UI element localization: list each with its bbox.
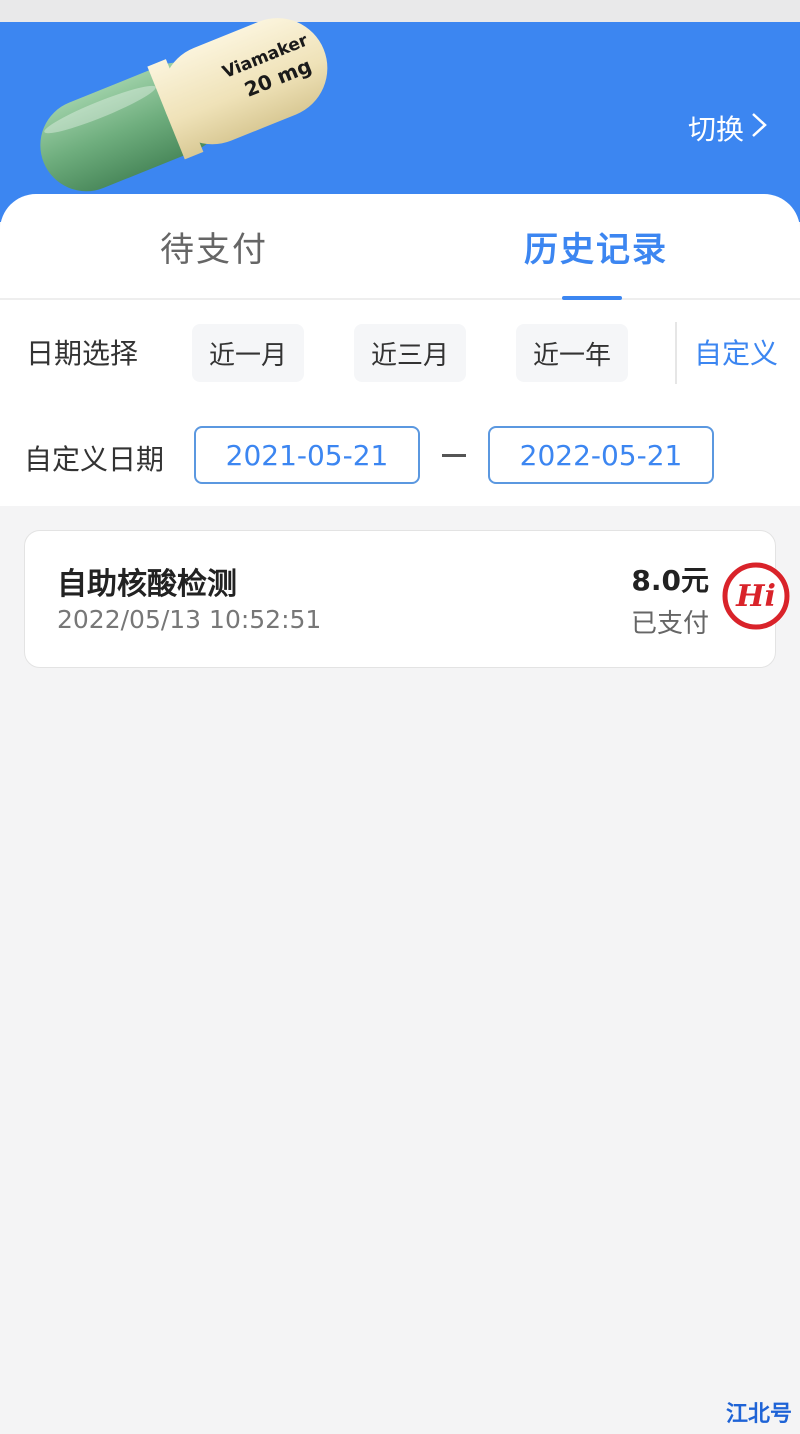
custom-date-row: 自定义日期 2021-05-21 2022-05-21 [0, 426, 800, 486]
custom-date-label: 自定义日期 [24, 443, 165, 476]
svg-text:Hi: Hi [735, 579, 776, 614]
capsule-pill-sticker: Viamaker 20 mg [12, 0, 342, 200]
chevron-right-icon [750, 111, 768, 145]
date-filter-label: 日期选择 [26, 337, 139, 370]
tab-pending[interactable]: 待支付 [160, 222, 268, 271]
filter-last-three-months[interactable]: 近三月 [354, 324, 466, 382]
watermark-text: 江北号 [725, 1402, 792, 1427]
end-date-field[interactable]: 2022-05-21 [488, 426, 714, 484]
switch-label: 切换 [687, 113, 744, 146]
record-amount: 8.0元 [631, 564, 709, 597]
date-filter-row: 日期选择 近一月 近三月 近一年 自定义 [0, 322, 800, 384]
record-status: 已支付 [630, 609, 709, 639]
hi-badge-icon[interactable]: Hi [720, 560, 792, 632]
tab-bar: 待支付 历史记录 [0, 194, 800, 300]
list-item[interactable]: 自助核酸检测 2022/05/13 10:52:51 8.0元 已支付 [24, 530, 776, 668]
filter-custom[interactable]: 自定义 [694, 332, 778, 372]
tab-history[interactable]: 历史记录 [524, 222, 668, 271]
bill-panel: 待支付 历史记录 日期选择 近一月 近三月 近一年 自定义 自定义日期 2021… [0, 194, 800, 506]
filter-last-month[interactable]: 近一月 [192, 324, 304, 382]
filter-divider [675, 322, 677, 384]
record-time: 2022/05/13 10:52:51 [57, 605, 322, 634]
start-date-field[interactable]: 2021-05-21 [194, 426, 420, 484]
record-title: 自助核酸检测 [57, 567, 237, 602]
active-tab-indicator [562, 296, 622, 300]
date-range-dash [442, 454, 466, 457]
switch-button[interactable]: 切换 [688, 108, 768, 148]
filter-last-year[interactable]: 近一年 [516, 324, 628, 382]
